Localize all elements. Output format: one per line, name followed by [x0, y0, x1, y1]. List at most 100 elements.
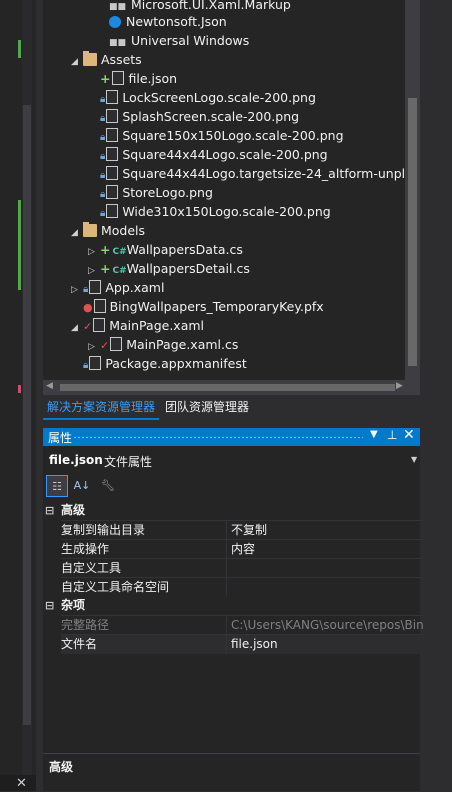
- expanded-caret-icon[interactable]: ◢: [71, 53, 83, 72]
- object-name: file.json: [49, 453, 103, 467]
- certificate-file-icon: [93, 299, 106, 313]
- xaml-file-icon: [89, 280, 102, 294]
- property-row[interactable]: 文件名 file.json: [43, 634, 423, 654]
- tree-item-folder[interactable]: ◢ Assets: [71, 50, 142, 69]
- solution-explorer-tree: ■■ Microsoft.UI.Xaml.Markup Newtonsoft.Js…: [43, 0, 405, 380]
- category-misc[interactable]: ⊟ 杂项: [43, 596, 420, 615]
- image-file-icon: [106, 204, 119, 218]
- window-menu-dropdown-icon[interactable]: ▼: [370, 429, 378, 440]
- editor-scroll-thumb[interactable]: [23, 105, 31, 725]
- tree-item[interactable]: 🔒︎ Square44x44Logo.targetsize-24_altform-…: [100, 164, 405, 183]
- tree-item[interactable]: 🔒︎ Square44x44Logo.scale-200.png: [100, 145, 328, 164]
- property-name: 复制到输出目录: [61, 520, 226, 540]
- xaml-file-icon: [93, 318, 106, 332]
- image-file-icon: [106, 166, 119, 180]
- tree-item-folder[interactable]: ◢ Models: [71, 221, 145, 240]
- properties-title: 属性: [48, 431, 73, 445]
- property-row[interactable]: 自定义工具命名空间: [43, 577, 423, 597]
- warning-dot-icon: ●: [83, 301, 93, 314]
- tree-item[interactable]: Newtonsoft.Json: [109, 12, 227, 31]
- lock-icon: 🔒︎: [100, 94, 106, 105]
- property-value[interactable]: [226, 577, 423, 597]
- property-row[interactable]: 自定义工具: [43, 558, 423, 578]
- category-advanced[interactable]: ⊟ 高级: [43, 501, 420, 520]
- lock-icon: 🔒︎: [100, 113, 106, 124]
- property-value: C:\Users\KANG\source\repos\Bing: [226, 615, 423, 635]
- tab-team-explorer[interactable]: 团队资源管理器: [161, 396, 253, 418]
- properties-header[interactable]: 属性 ▼ ⊥ ✕: [43, 427, 420, 446]
- tree-item[interactable]: 🔒︎ Wide310x150Logo.scale-200.png: [100, 202, 331, 221]
- wrench-icon[interactable]: 🔧︎: [97, 475, 119, 497]
- tree-item[interactable]: 🔒︎ Package.appxmanifest: [83, 354, 247, 373]
- description-title: 高级: [49, 760, 74, 774]
- property-name: 完整路径: [61, 615, 226, 635]
- pending-add-icon: +: [100, 242, 111, 257]
- pending-add-icon: +: [100, 71, 111, 86]
- property-value[interactable]: [226, 558, 423, 578]
- tree-item[interactable]: 🔒︎ Square150x150Logo.scale-200.png: [100, 126, 344, 145]
- csharp-file-icon: [110, 337, 123, 351]
- property-name: 文件名: [61, 634, 226, 654]
- expanded-caret-icon[interactable]: ◢: [71, 224, 83, 243]
- scroll-right-arrow-icon[interactable]: ▶: [396, 381, 403, 391]
- tree-vertical-scroll-thumb[interactable]: [408, 98, 417, 366]
- change-marker: [18, 385, 21, 393]
- tree-item[interactable]: ▷ + C#WallpapersData.cs: [88, 240, 243, 259]
- checked-out-icon: ✓: [83, 320, 93, 333]
- manifest-file-icon: [89, 356, 102, 370]
- scroll-left-arrow-icon[interactable]: ◀: [46, 381, 53, 391]
- property-row[interactable]: 完整路径 C:\Users\KANG\source\repos\Bing: [43, 615, 423, 635]
- collapse-icon[interactable]: ⊟: [45, 596, 54, 615]
- change-marker: [18, 200, 21, 290]
- image-file-icon: [106, 109, 119, 123]
- nuget-icon: [109, 16, 121, 28]
- property-name: 自定义工具: [61, 558, 226, 578]
- tree-item[interactable]: ▷ 🔒︎ App.xaml: [71, 278, 164, 297]
- tree-horizontal-scroll-thumb[interactable]: [60, 384, 395, 391]
- alphabetical-sort-icon[interactable]: A↓: [71, 475, 93, 497]
- tab-solution-explorer[interactable]: 解决方案资源管理器: [43, 396, 160, 420]
- expanded-caret-icon[interactable]: ◢: [71, 319, 83, 338]
- image-file-icon: [106, 128, 119, 142]
- property-value[interactable]: 不复制: [226, 520, 423, 540]
- tree-item[interactable]: ▷ ✓ MainPage.xaml.cs: [88, 335, 238, 354]
- lock-icon: 🔒︎: [83, 284, 89, 295]
- properties-panel: 属性 ▼ ⊥ ✕ file.json 文件属性 ▼ ☷ A↓ 🔧︎ ⊟ 高级 复…: [43, 427, 423, 792]
- property-row[interactable]: 生成操作 内容: [43, 539, 423, 559]
- object-type: 文件属性: [104, 455, 153, 469]
- image-file-icon: [106, 185, 119, 199]
- close-icon[interactable]: ✕: [16, 776, 27, 791]
- lock-icon: 🔒︎: [83, 360, 89, 371]
- tree-item[interactable]: 🔒︎ SplashScreen.scale-200.png: [100, 107, 299, 126]
- lock-icon: 🔒︎: [100, 208, 106, 219]
- tree-item[interactable]: 🔒︎ StoreLogo.png: [100, 183, 213, 202]
- properties-toolbar: ☷ A↓ 🔧︎: [43, 474, 420, 498]
- tree-item[interactable]: ■■ Universal Windows: [109, 31, 249, 50]
- checked-out-icon: ✓: [100, 339, 110, 352]
- property-row[interactable]: 复制到输出目录 不复制: [43, 520, 423, 540]
- categorized-view-icon[interactable]: ☷: [46, 475, 68, 497]
- property-value[interactable]: 内容: [226, 539, 423, 559]
- lock-icon: 🔒︎: [100, 170, 106, 181]
- pending-add-icon: +: [100, 261, 111, 276]
- collapsed-caret-icon[interactable]: ▷: [71, 281, 83, 300]
- close-icon[interactable]: ✕: [403, 427, 415, 443]
- collapse-icon[interactable]: ⊟: [45, 501, 54, 520]
- lock-icon: 🔒︎: [100, 132, 106, 143]
- chevron-down-icon[interactable]: ▼: [411, 455, 417, 464]
- tree-item[interactable]: ▷ + C#WallpapersDetail.cs: [88, 259, 250, 278]
- property-value[interactable]: file.json: [226, 634, 423, 654]
- tree-item[interactable]: ◢ ✓ MainPage.xaml: [71, 316, 204, 335]
- change-marker: [18, 40, 21, 58]
- reference-icon: ■■: [109, 2, 127, 12]
- pin-icon[interactable]: ⊥: [387, 428, 397, 442]
- tree-item[interactable]: ● BingWallpapers_TemporaryKey.pfx: [83, 297, 324, 316]
- explorer-tabs: 解决方案资源管理器 团队资源管理器: [43, 396, 420, 420]
- scroll-corner: [405, 380, 420, 395]
- lock-icon: 🔒︎: [100, 189, 106, 200]
- description-area: 高级: [43, 753, 420, 792]
- tree-item[interactable]: + file.json: [100, 69, 177, 88]
- tree-item[interactable]: 🔒︎ LockScreenLogo.scale-200.png: [100, 88, 316, 107]
- csharp-file-icon: C#: [112, 247, 127, 257]
- object-selector[interactable]: file.json 文件属性 ▼: [43, 452, 420, 472]
